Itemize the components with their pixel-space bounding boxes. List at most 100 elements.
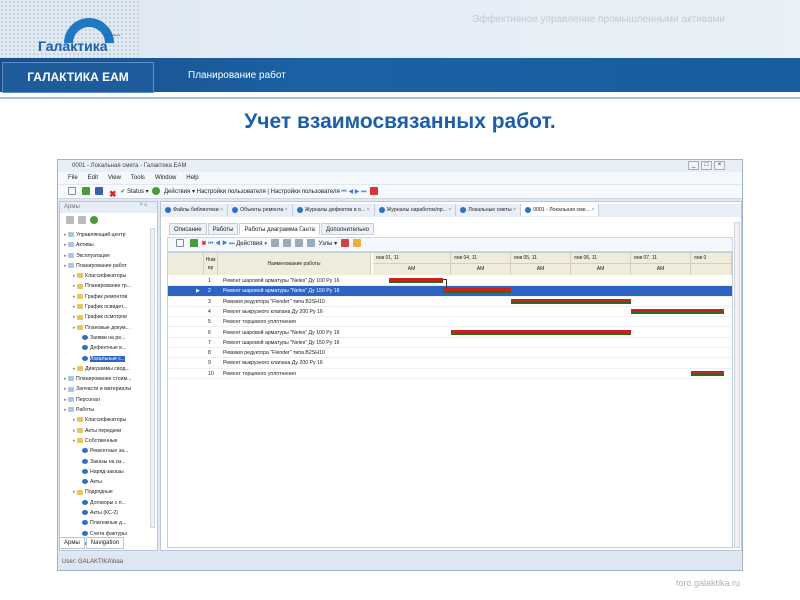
tree-item[interactable]: Договоры с п... xyxy=(60,498,150,508)
tree-item[interactable]: ▸ График ремонтов xyxy=(60,292,150,302)
document-tab[interactable]: Объекты ремонта × xyxy=(228,204,293,216)
table-row[interactable]: 9 Ремонт выкрузного клапана Ду 200 Ру 16 xyxy=(168,358,732,369)
tab-arms[interactable]: Армы xyxy=(59,537,85,549)
close-tab-icon[interactable]: × xyxy=(219,207,223,213)
inner-tab[interactable]: Работы xyxy=(207,223,239,235)
actions-button[interactable]: Действия xyxy=(164,189,190,195)
tree-item[interactable]: ▸ Эксплуатация xyxy=(60,251,150,261)
main-scrollbar[interactable] xyxy=(734,222,740,548)
menu-item-window[interactable]: Window xyxy=(155,175,176,181)
maximize-button[interactable]: □ xyxy=(701,161,712,170)
tree-item[interactable]: ▸ Запчасти и материалы xyxy=(60,384,150,394)
inner-tab[interactable]: Работы диаграмма Ганта xyxy=(239,223,320,235)
document-tab[interactable]: 0001 - Локальная сме... × xyxy=(521,204,600,216)
menu-item-view[interactable]: View xyxy=(108,175,121,181)
gantt-bar[interactable] xyxy=(631,308,724,314)
refresh-icon[interactable] xyxy=(189,239,198,248)
menu-item-edit[interactable]: Edit xyxy=(88,175,98,181)
tree-item[interactable]: ▸ Подрядные xyxy=(60,487,150,497)
gantt-bar[interactable] xyxy=(691,370,724,376)
tree-item[interactable]: ▸ Акты передачи xyxy=(60,426,150,436)
tree-item[interactable]: ▸ Классификаторы xyxy=(60,415,150,425)
table-row[interactable]: 6 Ремонт шаровой арматуры "Neles" Ду 100 … xyxy=(168,328,732,338)
table-row[interactable]: ▶ 2 Ремонт шаровой арматуры "Neles" Ду 150… xyxy=(168,286,732,297)
table-row[interactable]: 3 Ревизия редуктора "Flender" типа B2SH10 xyxy=(168,297,732,307)
inner-tab[interactable]: Описание xyxy=(169,223,207,235)
document-tab[interactable]: Журналы наработок/пр... × xyxy=(375,204,457,216)
user-settings-button[interactable]: Настройки пользователя xyxy=(197,189,266,195)
tree-item[interactable]: ▸ Работы xyxy=(60,405,150,415)
tree-item[interactable]: ▸ Плановые докум... xyxy=(60,323,150,333)
tree-item[interactable]: ▸ Управляющий центр xyxy=(60,230,150,240)
pin-close-icons[interactable]: ª × xyxy=(140,203,147,209)
filter-icon[interactable] xyxy=(352,239,361,248)
inner-tab[interactable]: Дополнительно xyxy=(320,223,375,235)
gantt-bar[interactable] xyxy=(451,329,631,335)
tree-item[interactable]: Дефектные в... xyxy=(60,343,150,353)
close-doc-icon[interactable] xyxy=(370,187,379,196)
menu-item-file[interactable]: File xyxy=(68,175,78,181)
tree-item[interactable]: ▸ Планирование работ xyxy=(60,261,150,271)
table-row[interactable]: 7 Ремонт шаровой арматуры "Neles" Ду 150 … xyxy=(168,338,732,349)
tab-navigation[interactable]: Navigation xyxy=(85,537,125,549)
tree-item[interactable]: ▸ Персонал xyxy=(60,395,150,405)
table-row[interactable]: 1 Ремонт шаровой арматуры "Neles" Ду 100 … xyxy=(168,276,732,287)
nav-icons[interactable]: ⏮ ◀ ▶ ⏭ xyxy=(208,241,235,247)
minimize-button[interactable]: _ xyxy=(688,161,699,170)
tree-item[interactable]: ▸ График освидет... xyxy=(60,302,150,312)
gantt-bar[interactable] xyxy=(388,278,444,283)
user-settings-button-2[interactable]: Настройки пользователя xyxy=(271,189,340,195)
actions-button[interactable]: Действия xyxy=(236,241,262,247)
close-tab-icon[interactable]: × xyxy=(447,207,451,213)
tree-item[interactable]: ▸ Планирование стоим... xyxy=(60,374,150,384)
table-row[interactable]: 4 Ремонт выкрузного клапана Ду 200 Ру 16 xyxy=(168,307,732,318)
document-tab[interactable]: Журналы дефектов и о... × xyxy=(293,204,375,216)
nav-prev-icon[interactable]: ◀ xyxy=(348,189,353,195)
close-tab-icon[interactable]: × xyxy=(512,207,516,213)
tree-item[interactable]: Заявки на ре... xyxy=(60,333,150,343)
tree-item[interactable]: Платежные д... xyxy=(60,518,150,528)
gantt-bar[interactable] xyxy=(443,288,511,294)
status-button[interactable]: Status xyxy=(127,189,144,195)
menu-item-help[interactable]: Help xyxy=(186,175,198,181)
table-row[interactable]: 5 Ремонт торцевого уплотнения xyxy=(168,317,732,328)
nav-last-icon[interactable]: ⏭ xyxy=(361,189,366,195)
gantt-bar[interactable] xyxy=(511,298,631,304)
tree-item[interactable]: ▸ Активы xyxy=(60,240,150,250)
tree-item[interactable]: Ремонтные за... xyxy=(60,446,150,456)
print-icon[interactable] xyxy=(340,239,349,248)
tree-item[interactable]: ▸ График осмотров xyxy=(60,312,150,322)
table-row[interactable]: 8 Ревизия редуктора "Flender" типа B2SH10 xyxy=(168,348,732,359)
new-icon[interactable] xyxy=(68,187,76,196)
tree-item[interactable]: Заказы на из... xyxy=(60,457,150,467)
nodes-button[interactable]: Узлы xyxy=(318,241,332,247)
tree-item[interactable]: Локальные с... xyxy=(60,354,150,364)
menu-item-tools[interactable]: Tools xyxy=(131,175,145,181)
new-icon[interactable] xyxy=(176,239,184,248)
nav-next-icon[interactable]: ▶ xyxy=(355,189,360,195)
gantt-tool-icon[interactable] xyxy=(306,239,315,248)
tree-scrollbar[interactable] xyxy=(150,228,155,528)
tree-item[interactable]: Наряд-заказы xyxy=(60,467,150,477)
close-button[interactable]: × xyxy=(714,161,725,170)
document-tab[interactable]: Локальные сметы × xyxy=(456,204,522,216)
close-tab-icon[interactable]: × xyxy=(590,207,594,213)
delete-icon[interactable]: ✖ xyxy=(109,187,117,199)
gantt-tool-icon[interactable] xyxy=(294,239,303,248)
tree-item[interactable]: ▸ Планирование гр... xyxy=(60,281,150,291)
gantt-tool-icon[interactable] xyxy=(270,239,279,248)
tree-item[interactable]: ▸ Классификаторы xyxy=(60,271,150,281)
close-tab-icon[interactable]: × xyxy=(283,207,288,213)
tree-item[interactable]: ▸ Собственные xyxy=(60,436,150,446)
close-tab-icon[interactable]: × xyxy=(365,207,370,213)
delete-icon[interactable]: ✖ xyxy=(201,241,206,247)
tree-item[interactable]: Акты (КС-2) xyxy=(60,508,150,518)
refresh-icon[interactable] xyxy=(81,187,90,196)
nav-first-icon[interactable]: ⏮ xyxy=(341,189,346,195)
tree-item[interactable]: ▸ Диаграммы свод... xyxy=(60,364,150,374)
gantt-tool-icon[interactable] xyxy=(282,239,291,248)
tree-item[interactable]: Акты xyxy=(60,477,150,487)
table-row[interactable]: 10 Ремонт торцевого уплотнения xyxy=(168,369,732,379)
save-icon[interactable] xyxy=(95,187,104,196)
document-tab[interactable]: Файлы библиотеки × xyxy=(161,204,229,216)
